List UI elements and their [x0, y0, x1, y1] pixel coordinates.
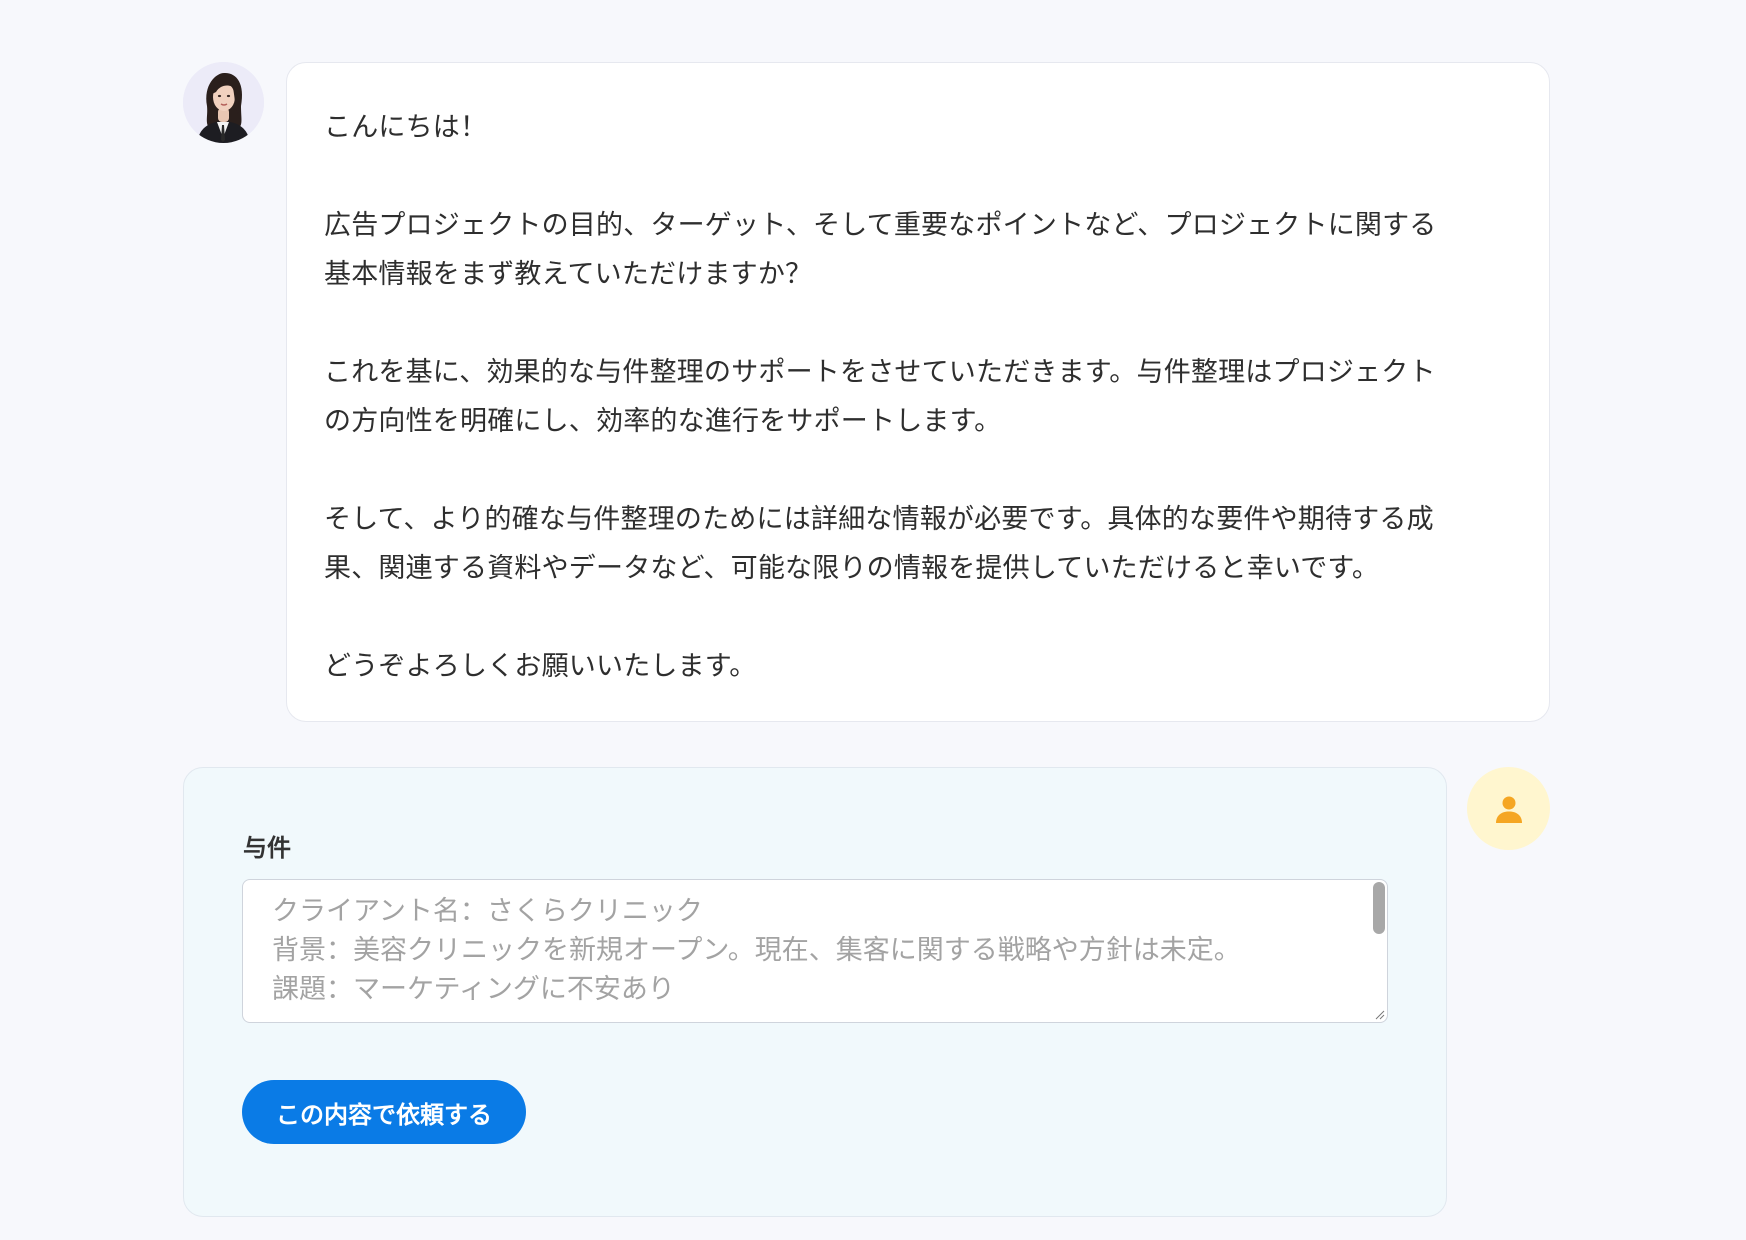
placeholder-line: クライアント名：さくらクリニック	[272, 896, 703, 927]
assistant-message-line: そして、より的確な与件整理のためには詳細な情報が必要です。具体的な要件や期待する…	[324, 504, 1434, 535]
placeholder-line: 背景：美容クリニックを新規オープン。現在、集客に関する戦略や方針は未定。	[272, 935, 1241, 966]
textarea-placeholder: クライアント名：さくらクリニック 背景：美容クリニックを新規オープン。現在、集客…	[272, 892, 1367, 1009]
assistant-message-closing: どうぞよろしくお願いいたします。	[324, 651, 757, 682]
user-avatar	[1467, 767, 1550, 850]
assistant-message-greeting: こんにちは！	[324, 112, 488, 143]
assistant-avatar	[183, 62, 264, 143]
requirements-field-label: 与件	[243, 834, 291, 862]
textarea-scrollbar[interactable]	[1373, 882, 1385, 934]
requirements-form-card: 与件 クライアント名：さくらクリニック 背景：美容クリニックを新規オープン。現在…	[183, 767, 1447, 1217]
assistant-message-line: 広告プロジェクトの目的、ターゲット、そして重要なポイントなど、プロジェクトに関す…	[324, 210, 1437, 241]
assistant-portrait-avatar	[183, 62, 264, 143]
assistant-message-line: 基本情報をまず教えていただけますか？	[324, 259, 813, 290]
person-icon	[1495, 796, 1522, 823]
placeholder-line: 課題：マーケティングに不安あり	[272, 974, 675, 1005]
assistant-message-bubble: こんにちは！ 広告プロジェクトの目的、ターゲット、そして重要なポイントなど、プロ…	[286, 62, 1550, 722]
assistant-message-line: の方向性を明確にし、効率的な進行をサポートします。	[324, 406, 1002, 437]
assistant-message-line: 果、関連する資料やデータなど、可能な限りの情報を提供していただけると幸いです。	[324, 553, 1380, 584]
resize-handle-icon[interactable]	[1373, 1008, 1385, 1020]
requirements-textarea[interactable]: クライアント名：さくらクリニック 背景：美容クリニックを新規オープン。現在、集客…	[242, 879, 1388, 1023]
submit-request-button[interactable]: この内容で依頼する	[242, 1080, 526, 1144]
assistant-message-line: これを基に、効果的な与件整理のサポートをさせていただきます。与件整理はプロジェク…	[324, 357, 1436, 388]
